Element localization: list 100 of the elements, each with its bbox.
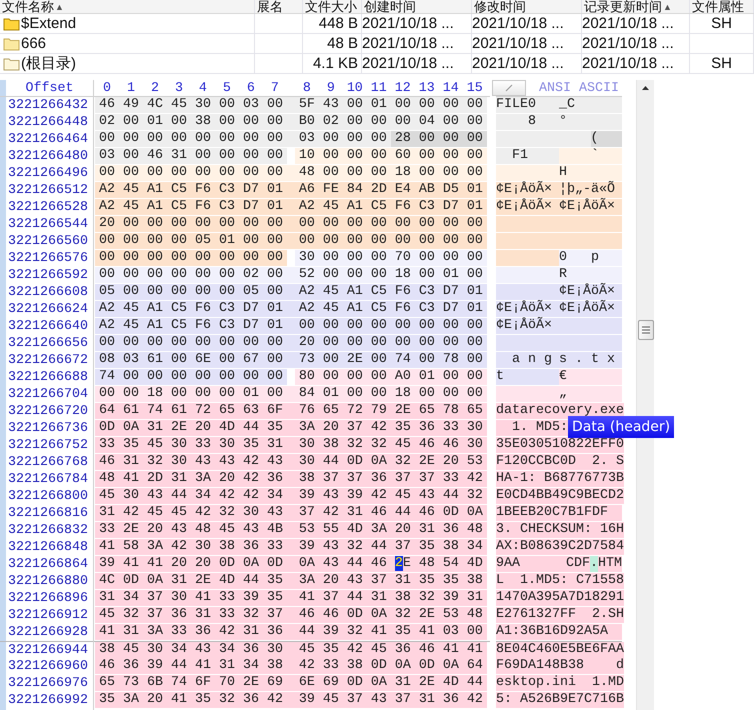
hex-bytes[interactable]: 39 41 41 20 20 0D 0A 0D (95, 556, 295, 572)
ascii-text: ¦þ„-ä«Õ (559, 182, 622, 198)
hex-bytes[interactable]: 31 42 45 45 42 32 30 43 (95, 505, 295, 521)
column-header: 12 (394, 80, 412, 96)
table-cell: SH (711, 54, 732, 74)
hex-bytes[interactable]: 20 00 00 00 00 00 00 00 (95, 216, 295, 232)
hex-bytes[interactable]: 46 31 32 30 43 43 42 43 (95, 454, 295, 470)
hex-bytes[interactable]: 30 00 00 00 70 00 00 00 (294, 250, 487, 266)
hex-bytes[interactable]: A2 45 A1 C5 F6 C3 D7 01 (95, 199, 295, 215)
hex-bytes[interactable]: 45 35 42 45 36 46 41 41 (294, 642, 487, 658)
hex-bytes[interactable]: 46 36 39 44 41 31 34 38 (95, 658, 295, 674)
hex-bytes[interactable]: 00 00 00 00 00 00 00 00 (95, 250, 287, 266)
hex-bytes[interactable]: A2 45 A1 C5 F6 C3 D7 01 (294, 199, 487, 215)
hex-bytes[interactable]: 64 61 74 61 72 65 63 6F (95, 403, 295, 419)
hex-bytes[interactable]: 3A 20 43 37 31 35 35 38 (294, 573, 487, 589)
offset-label: 3221266672 (7, 352, 89, 369)
ascii-text: 1. MD5 (496, 420, 560, 436)
hex-bytes[interactable]: 5F 43 00 01 00 00 00 00 (294, 97, 487, 113)
hex-bytes[interactable]: 39 45 37 43 37 31 36 42 (294, 692, 487, 708)
file-name[interactable]: 666 (21, 34, 46, 54)
hex-bytes[interactable]: 37 42 31 46 44 46 0D 0A (294, 505, 487, 521)
hex-bytes[interactable]: 52 00 00 00 18 00 01 00 (294, 267, 487, 283)
hex-bytes[interactable]: 41 37 44 31 38 32 39 31 (294, 590, 487, 606)
hex-bytes[interactable]: 45 30 43 44 34 42 42 34 (95, 488, 295, 504)
ascii-text: 8776773B (560, 471, 624, 487)
hex-bytes[interactable]: 00 00 00 00 00 00 00 00 (294, 233, 487, 249)
column-header: 4 (198, 80, 208, 96)
hex-bytes[interactable]: 44 39 32 41 35 41 03 00 (294, 624, 487, 640)
column-header[interactable]: 修改时间 (474, 0, 526, 13)
hex-bytes[interactable]: 48 41 2D 31 3A 20 42 36 (95, 471, 295, 487)
hex-bytes[interactable]: 30 38 32 32 45 46 46 30 (294, 437, 487, 453)
hex-bytes[interactable]: 35 3A 20 41 35 32 36 42 (95, 692, 295, 708)
hex-bytes[interactable]: 2E (390, 556, 415, 572)
hex-bytes[interactable]: 00 00 00 00 00 00 00 00 (95, 335, 295, 351)
hex-bytes[interactable]: 20 00 00 00 00 00 00 00 (294, 335, 487, 351)
hex-bytes[interactable]: 00 00 00 00 00 00 00 00 (294, 318, 487, 334)
hex-bytes[interactable]: 00 00 00 00 00 00 00 00 (95, 131, 295, 147)
hex-bytes[interactable]: 02 00 01 00 38 00 00 00 (95, 114, 295, 130)
hex-bytes[interactable]: A2 45 A1 C5 F6 C3 D7 01 (95, 301, 295, 317)
hex-bytes[interactable]: 38 37 37 36 37 37 33 42 (294, 471, 487, 487)
hex-bytes[interactable]: 4C 0D 0A 31 2E 4D 44 35 (95, 573, 295, 589)
hex-bytes[interactable]: A2 45 A1 C5 F6 C3 D7 01 (294, 301, 487, 317)
hex-bytes[interactable]: 00 00 00 00 00 00 00 00 (95, 165, 295, 181)
hex-bytes[interactable]: 33 2E 20 43 48 45 43 4B (95, 522, 295, 538)
offset-label: 3221266480 (7, 148, 89, 165)
column-header[interactable]: 展名 (257, 0, 283, 13)
hex-bytes[interactable]: 00 00 18 00 00 00 01 00 (95, 386, 295, 402)
hex-bytes[interactable]: 74 00 00 00 00 00 00 00 (95, 369, 287, 385)
hex-bytes[interactable]: 28 00 00 00 (390, 131, 487, 147)
hex-bytes[interactable]: 6E 69 0D 0A 31 2E 4D 44 (294, 675, 487, 691)
hex-bytes[interactable]: 0A 43 44 46 (294, 556, 391, 572)
hex-bytes[interactable]: 03 00 46 31 00 00 00 00 (95, 148, 287, 164)
hex-bytes[interactable]: 48 54 4D (414, 556, 487, 572)
hex-bytes[interactable]: 08 03 61 00 6E 00 67 00 (95, 352, 295, 368)
hex-bytes[interactable]: 10 00 00 00 60 00 00 00 (294, 148, 487, 164)
hex-bytes[interactable]: 84 01 00 00 18 00 00 00 (294, 386, 487, 402)
hex-bytes[interactable]: 31 34 37 30 41 33 39 35 (95, 590, 295, 606)
hex-bytes[interactable]: B0 02 00 00 00 04 00 00 (294, 114, 487, 130)
ascii-text: 7B1FDF (560, 505, 622, 521)
offset-label: 3221266496 (7, 165, 89, 182)
hex-bytes[interactable]: 53 55 4D 3A 20 31 36 48 (294, 522, 487, 538)
hex-bytes[interactable]: 42 33 38 0D 0A 0D 0A 64 (294, 658, 487, 674)
hex-bytes[interactable]: 00 00 00 00 00 00 02 00 (95, 267, 295, 283)
hex-bytes[interactable]: 80 00 00 00 A0 01 00 00 (294, 369, 487, 385)
hex-bytes[interactable]: 73 00 2E 00 74 00 78 00 (294, 352, 487, 368)
ascii-text: a n g (496, 352, 559, 368)
hex-bytes[interactable]: A6 FE 84 2D E4 AB D5 01 (294, 182, 487, 198)
hex-bytes[interactable]: 65 73 6B 74 6F 70 2E 69 (95, 675, 295, 691)
scrollbar-thumb[interactable] (638, 320, 654, 340)
hex-bytes[interactable]: 41 58 3A 42 30 38 36 33 (95, 539, 295, 555)
hex-bytes[interactable]: 00 00 00 00 00 00 00 00 (294, 216, 487, 232)
hex-bytes[interactable]: 05 00 00 00 00 00 05 00 (95, 284, 295, 300)
hex-bytes[interactable]: 00 00 00 00 05 01 00 00 (95, 233, 295, 249)
hex-bytes[interactable]: 3A 20 37 42 35 36 33 30 (294, 420, 487, 436)
file-name[interactable]: $Extend (21, 14, 76, 34)
hex-bytes[interactable]: 30 44 0D 0A 32 2E 20 53 (294, 454, 487, 470)
hex-bytes[interactable]: 46 49 4C 45 30 00 03 00 (95, 97, 295, 113)
hex-bytes[interactable]: A2 45 A1 C5 F6 C3 D7 01 (95, 182, 295, 198)
hex-bytes[interactable]: A2 45 A1 C5 F6 C3 D7 01 (95, 318, 295, 334)
file-name[interactable]: (根目录) (21, 54, 76, 74)
hex-bytes[interactable]: 41 31 3A 33 36 42 31 36 (95, 624, 295, 640)
hex-bytes[interactable]: 0D 0A 31 2E 20 4D 44 35 (95, 420, 295, 436)
sort-icon[interactable]: ▲ (663, 0, 672, 13)
hex-bytes[interactable]: 33 35 45 30 33 30 35 31 (95, 437, 295, 453)
hex-bytes[interactable]: 39 43 32 44 37 35 38 34 (294, 539, 487, 555)
hex-bytes[interactable]: 38 45 30 34 43 34 36 30 (95, 642, 295, 658)
table-cell: 2021/10/18 ... (362, 34, 454, 54)
column-header[interactable]: 创建时间 (364, 0, 416, 13)
hex-bytes[interactable]: 46 46 0D 0A 32 2E 53 48 (294, 607, 487, 623)
hex-bytes[interactable]: 03 00 00 00 (294, 131, 391, 147)
ascii-text: esktop.i (496, 675, 560, 691)
offset-label: 3221266944 (0, 641, 93, 658)
hex-bytes[interactable]: A2 45 A1 C5 F6 C3 D7 01 (294, 284, 487, 300)
hex-bytes[interactable]: 39 43 39 42 45 43 44 32 (294, 488, 487, 504)
sort-icon[interactable]: ▲ (55, 0, 64, 13)
ascii-text: ° (559, 114, 622, 130)
column-header: 2 (150, 80, 160, 96)
hex-bytes[interactable]: 45 32 37 36 31 33 32 37 (95, 607, 295, 623)
hex-bytes[interactable]: 76 65 72 79 2E 65 78 65 (294, 403, 487, 419)
hex-bytes[interactable]: 48 00 00 00 18 00 00 00 (294, 165, 487, 181)
